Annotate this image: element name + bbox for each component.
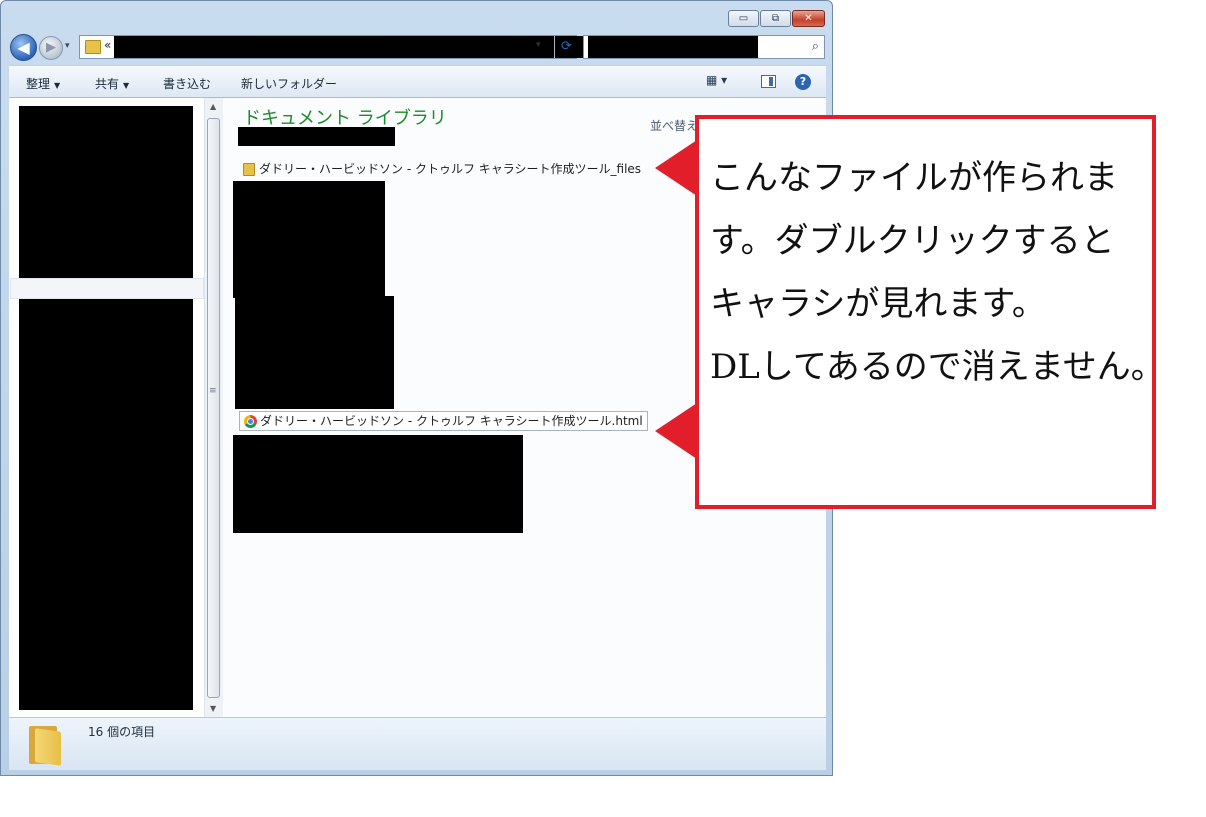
preview-pane-icon[interactable] <box>761 75 776 88</box>
burn-button[interactable]: 書き込む <box>163 75 211 92</box>
dropdown-arrow-icon: ▼ <box>123 81 130 90</box>
navigation-hover-row <box>10 278 204 299</box>
navigation-scrollbar[interactable]: ▲ ≡ ▼ <box>204 98 223 717</box>
folder-icon <box>85 40 101 54</box>
navigation-pane <box>9 98 204 717</box>
redacted-path <box>114 36 588 58</box>
breadcrumb-overflow[interactable]: « <box>104 38 111 52</box>
redacted-item <box>235 296 394 409</box>
help-icon[interactable]: ? <box>795 74 811 90</box>
search-box[interactable]: ⌕ <box>583 35 825 59</box>
command-bar: 整理 ▼ 共有 ▼ 書き込む 新しいフォルダー ▦ ▾ ? <box>9 65 826 98</box>
refresh-icon[interactable]: ⟳ <box>554 36 578 58</box>
redacted-item <box>233 181 385 298</box>
maximize-button[interactable]: ⧉ <box>760 10 791 27</box>
share-menu[interactable]: 共有 ▼ <box>95 75 129 92</box>
address-dropdown-icon[interactable]: ▾ <box>536 40 541 50</box>
scroll-down-icon[interactable]: ▼ <box>210 704 216 713</box>
item-count: 16 個の項目 <box>88 725 156 739</box>
scroll-up-icon[interactable]: ▲ <box>210 102 216 111</box>
file-item-folder[interactable]: ダドリー・ハービッドソン - クトゥルフ キャラシート作成ツール_files <box>239 160 641 180</box>
redacted-item <box>233 435 523 533</box>
new-folder-button[interactable]: 新しいフォルダー <box>241 75 337 92</box>
forward-button[interactable]: ▶ <box>39 36 63 60</box>
chrome-icon <box>244 415 257 428</box>
callout-line: キャラシが見れます。 <box>710 284 1046 324</box>
callout-line: DLしてあるので消えません。 <box>710 347 1165 387</box>
redacted-library-subtitle <box>238 127 395 146</box>
callout-line: す。ダブルクリックすると <box>710 221 1115 261</box>
recent-pages-dropdown[interactable]: ▾ <box>65 41 70 51</box>
change-view-icon[interactable]: ▦ ▾ <box>706 73 727 87</box>
dropdown-arrow-icon: ▼ <box>54 81 61 90</box>
file-name: ダドリー・ハービッドソン - クトゥルフ キャラシート作成ツール_files <box>259 162 642 176</box>
scroll-grip-icon: ≡ <box>209 386 217 396</box>
folder-icon <box>243 163 255 176</box>
organize-menu[interactable]: 整理 ▼ <box>26 75 60 92</box>
details-pane: 16 個の項目 <box>9 717 826 770</box>
share-label: 共有 <box>95 77 120 91</box>
folder-icon <box>29 726 61 766</box>
callout-line: こんなファイルが作られま <box>710 158 1118 198</box>
scroll-thumb[interactable] <box>207 118 220 698</box>
annotation-callout: こんなファイルが作られま す。ダブルクリックすると キャラシが見れます。 DLし… <box>695 115 1165 509</box>
sort-by-label[interactable]: 並べ替え <box>650 117 698 134</box>
search-icon[interactable]: ⌕ <box>812 39 819 54</box>
organize-label: 整理 <box>26 77 51 91</box>
redacted-navigation-tree <box>19 106 193 710</box>
address-bar[interactable]: « ▾ ⟳ <box>79 35 588 59</box>
redacted-search-text <box>588 36 758 58</box>
annotation-arrow-icon <box>655 403 697 459</box>
annotation-arrow-icon <box>655 140 697 196</box>
file-name: ダドリー・ハービッドソン - クトゥルフ キャラシート作成ツール.html <box>260 414 643 428</box>
back-button[interactable]: ◀ <box>10 34 37 61</box>
file-item-html[interactable]: ダドリー・ハービッドソン - クトゥルフ キャラシート作成ツール.html <box>239 411 648 431</box>
close-button[interactable]: ✕ <box>792 10 825 27</box>
minimize-button[interactable]: ▭ <box>728 10 759 27</box>
